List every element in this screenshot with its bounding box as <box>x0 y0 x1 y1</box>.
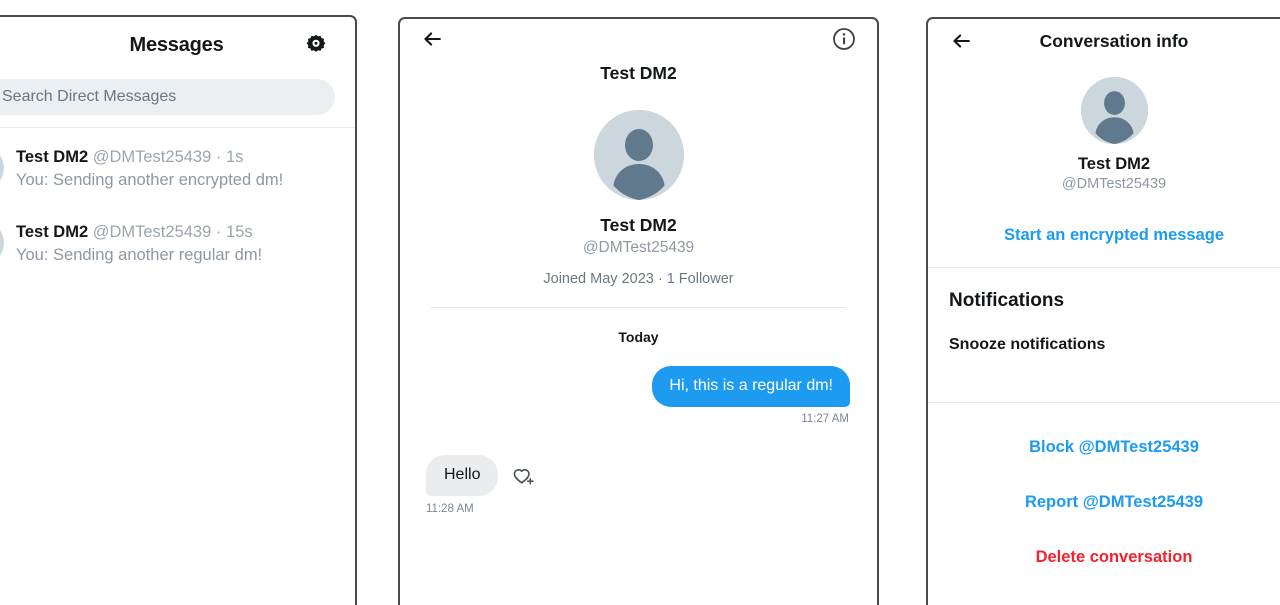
profile-name: Test DM2 <box>600 215 677 235</box>
message-bubble[interactable]: Hi, this is a regular dm! <box>652 366 850 407</box>
message-preview: You: Sending another encrypted dm! <box>16 171 284 189</box>
actions-list: Block @DMTest25439 Report @DMTest25439 D… <box>928 403 1280 567</box>
list-item[interactable]: Test DM2 @DMTest25439 · 15s You: Sending… <box>0 207 355 282</box>
conversation-topbar <box>400 19 877 61</box>
back-arrow-icon[interactable] <box>420 28 445 50</box>
message-preview: You: Sending another regular dm! <box>16 246 263 264</box>
avatar-placeholder-icon <box>1080 77 1148 144</box>
contact-name: Test DM2 <box>16 148 89 166</box>
block-user-button[interactable]: Block @DMTest25439 <box>928 403 1280 457</box>
message-bubble[interactable]: Hello <box>426 455 499 496</box>
start-encrypted-message-button[interactable]: Start an encrypted message <box>928 226 1280 245</box>
conversation-list: Test DM2 @DMTest25439 · 1s You: Sending … <box>0 128 355 282</box>
profile-handle: @DMTest25439 <box>1061 176 1167 192</box>
list-item[interactable]: Test DM2 @DMTest25439 · 1s You: Sending … <box>0 132 355 207</box>
avatar <box>0 146 4 190</box>
message-row-incoming: Hello <box>400 455 877 496</box>
list-item-heading: Test DM2 @DMTest25439 · 15s <box>16 222 262 242</box>
conversation-title: Test DM2 <box>600 63 677 83</box>
contact-name: Test DM2 <box>16 223 89 241</box>
day-divider: Today <box>618 329 659 345</box>
profile-name: Test DM2 <box>1077 155 1151 173</box>
heart-plus-icon[interactable] <box>511 465 535 487</box>
messages-header: Messages <box>0 17 355 73</box>
report-user-button[interactable]: Report @DMTest25439 <box>928 457 1280 512</box>
dot-separator: · <box>215 148 222 166</box>
search-bar[interactable]: Search Direct Messages <box>0 73 355 128</box>
notifications-heading: Notifications <box>949 290 1065 311</box>
back-arrow-icon[interactable] <box>949 30 974 52</box>
message-timestamp: 11:27 AM <box>801 413 849 425</box>
divider <box>431 307 846 308</box>
profile-card[interactable]: Test DM2 @DMTest25439 Joined May 2023 · … <box>400 84 877 308</box>
profile-handle: @DMTest25439 <box>582 239 695 256</box>
list-item-heading: Test DM2 @DMTest25439 · 1s <box>16 147 283 167</box>
contact-handle: @DMTest25439 <box>92 223 212 241</box>
profile-meta: Joined May 2023 · 1 Follower <box>543 271 734 287</box>
snooze-notifications-item[interactable]: Snooze notifications <box>928 312 1280 380</box>
conversation-info-panel: Conversation info Test DM2 @DMTest25439 … <box>926 17 1280 605</box>
messages-panel: Messages Search Direct Messages Test DM2… <box>0 15 357 605</box>
page-title: Messages <box>129 34 224 56</box>
contact-handle: @DMTest25439 <box>92 148 212 166</box>
search-placeholder: Search Direct Messages <box>2 88 177 105</box>
info-profile[interactable]: Test DM2 @DMTest25439 <box>928 63 1280 192</box>
timestamp: 15s <box>225 223 253 241</box>
gear-icon[interactable] <box>303 33 329 59</box>
panel-title: Conversation info <box>1039 31 1189 51</box>
delete-conversation-button[interactable]: Delete conversation <box>928 512 1280 567</box>
screenshot-root: Messages Search Direct Messages Test DM2… <box>0 0 1280 605</box>
info-topbar: Conversation info <box>928 19 1280 63</box>
message-row-outgoing: Hi, this is a regular dm! <box>400 366 877 407</box>
conversation-panel: Test DM2 Test DM2 @DMTest25439 Joined Ma… <box>398 17 879 605</box>
avatar <box>0 221 4 265</box>
info-circle-icon[interactable] <box>832 27 856 51</box>
timestamp: 1s <box>225 148 244 166</box>
message-timestamp: 11:28 AM <box>426 503 474 515</box>
avatar-placeholder-icon <box>593 110 684 200</box>
dot-separator: · <box>215 223 222 241</box>
search-input[interactable]: Search Direct Messages <box>0 79 335 115</box>
